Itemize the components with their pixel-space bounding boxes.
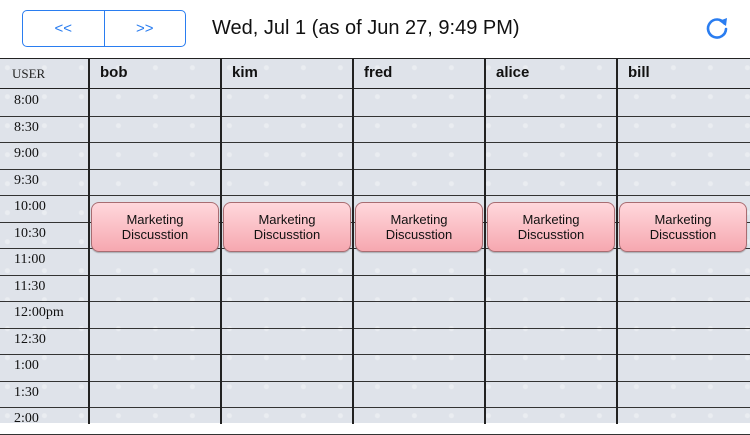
time-label: 11:30	[14, 278, 46, 294]
column-divider	[484, 59, 486, 424]
time-label: 8:30	[14, 119, 39, 135]
time-label: 11:00	[14, 252, 46, 267]
user-column-kim[interactable]: kim	[220, 59, 352, 89]
time-row: 2:00	[0, 407, 750, 434]
column-header-row: USER bob kim fred alice bill	[0, 59, 750, 89]
time-label: 2:00	[14, 411, 39, 426]
time-row: 9:30	[0, 169, 750, 196]
schedule-grid: USER bob kim fred alice bill 8:00 8:30 9:00 9:3…	[0, 58, 750, 435]
time-label: 9:30	[14, 172, 39, 188]
time-label: 10:30	[14, 225, 46, 241]
column-divider	[352, 59, 354, 424]
time-row: 12:30	[0, 328, 750, 355]
event-fred[interactable]: Marketing Discusstion	[355, 202, 483, 252]
row-divider	[0, 433, 750, 435]
time-row: 8:30	[0, 116, 750, 143]
time-row: 8:00	[0, 89, 750, 116]
time-row: 1:30	[0, 381, 750, 408]
time-row: 12:00pm	[0, 301, 750, 328]
time-row: 9:00	[0, 142, 750, 169]
time-label: 1:30	[14, 384, 39, 400]
user-column-header: USER	[12, 66, 46, 81]
event-bill[interactable]: Marketing Discusstion	[619, 202, 747, 252]
user-column-bill[interactable]: bill	[616, 59, 748, 89]
next-day-button[interactable]: >>	[103, 11, 186, 46]
time-label: 1:00	[14, 358, 39, 373]
user-column-alice[interactable]: alice	[484, 59, 616, 89]
time-row: 1:00	[0, 354, 750, 381]
time-label: 9:00	[14, 146, 39, 161]
date-title: Wed, Jul 1 (as of Jun 27, 9:49 PM)	[212, 17, 520, 39]
user-column-fred[interactable]: fred	[352, 59, 484, 89]
event-alice[interactable]: Marketing Discusstion	[487, 202, 615, 252]
user-column-bob[interactable]: bob	[88, 59, 220, 89]
top-bar: << >> Wed, Jul 1 (as of Jun 27, 9:49 PM)	[0, 0, 750, 58]
time-label: 12:30	[14, 331, 46, 347]
time-label: 8:00	[14, 93, 39, 108]
time-label: 12:00pm	[14, 305, 64, 320]
column-divider	[616, 59, 618, 424]
event-kim[interactable]: Marketing Discusstion	[223, 202, 351, 252]
refresh-icon[interactable]	[702, 14, 732, 44]
event-bob[interactable]: Marketing Discusstion	[91, 202, 219, 252]
day-navigation: << >>	[22, 10, 186, 47]
column-divider	[88, 59, 90, 424]
previous-day-button[interactable]: <<	[23, 11, 104, 46]
time-row: 11:30	[0, 275, 750, 302]
time-label: 10:00	[14, 199, 46, 214]
column-divider	[220, 59, 222, 424]
